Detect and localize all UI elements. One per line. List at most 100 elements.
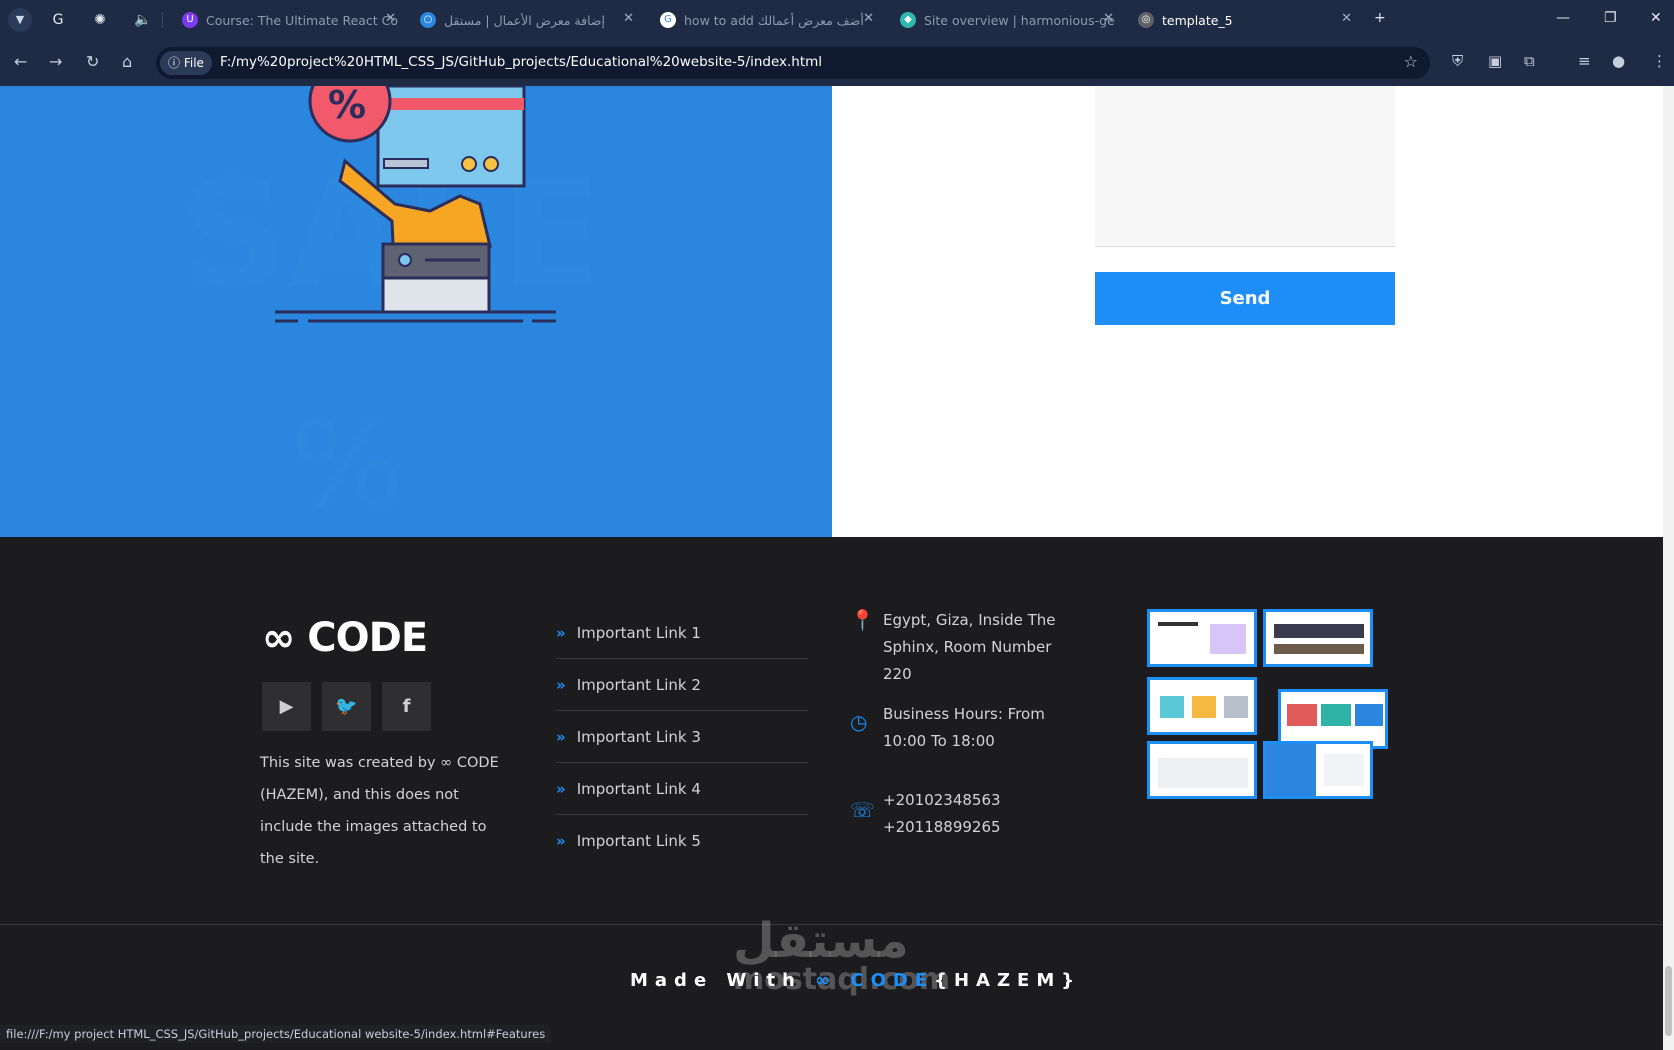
about-text: This site was created by ∞ CODE (HAZEM),… (260, 755, 499, 867)
svg-text:%: % (328, 86, 366, 127)
forward-icon[interactable]: → (49, 52, 62, 71)
url-text[interactable]: F:/my%20project%20HTML_CSS_JS/GitHub_pro… (220, 54, 822, 70)
page-viewport: SALE % % Send ∞ CODE ▶ 🐦 f This site was… (0, 86, 1663, 1050)
toolbar: ← → ↻ ⌂ ⓘ File F:/my%20project%20HTML_CS… (0, 40, 1674, 86)
tab-separator (162, 12, 163, 28)
back-icon[interactable]: ← (14, 52, 27, 71)
location-pin-icon: 📍 (850, 608, 875, 632)
gallery-thumbnail[interactable] (1147, 741, 1257, 799)
home-icon[interactable]: ⌂ (122, 52, 132, 71)
tab-title: Course: The Ultimate React Co (206, 12, 399, 28)
logo-text: CODE (307, 615, 428, 661)
hero-illustration-panel: SALE % % (0, 86, 832, 537)
facebook-icon: f (402, 696, 411, 717)
site-info-chip[interactable]: ⓘ File (160, 51, 212, 75)
tab-mostaql[interactable]: ○ إضافة معرض الأعمال | مستقل ✕ (420, 6, 638, 34)
b-extension-icon[interactable]: ▣ (1488, 52, 1502, 70)
pinned-tab-google[interactable]: G (47, 9, 69, 31)
close-window-icon[interactable]: ✕ (1650, 10, 1662, 26)
close-tab-icon[interactable]: ✕ (385, 11, 396, 26)
new-tab-button[interactable]: + (1374, 10, 1386, 26)
phone-number[interactable]: +20118899265 (883, 814, 1080, 841)
double-chevron-icon: » (556, 779, 566, 798)
phone-icon: ☏ (850, 798, 876, 822)
important-links: » Important Link 1 » Important Link 2 » Imp… (556, 607, 808, 866)
link-label: Important Link 5 (576, 831, 701, 850)
tab-strip: ▼ G ✺ 🔈 U Course: The Ultimate React Co … (0, 0, 1674, 40)
footer: ∞ CODE ▶ 🐦 f This site was created by ∞ … (0, 537, 1663, 1050)
tab-template-5[interactable]: ◎ template_5 ✕ (1138, 6, 1356, 34)
scheme-label: File (183, 56, 204, 70)
footer-link[interactable]: » Important Link 2 (556, 659, 808, 711)
profile-avatar-icon[interactable]: ● (1612, 52, 1625, 70)
gallery-thumbnail[interactable] (1263, 609, 1373, 667)
footer-logo[interactable]: ∞ CODE (262, 615, 428, 661)
tab-title: template_5 (1162, 12, 1233, 28)
chatgpt-icon: ✺ (94, 12, 106, 28)
pinned-tab-chatgpt[interactable]: ✺ (89, 9, 111, 31)
footer-link[interactable]: » Important Link 3 (556, 711, 808, 763)
page-scrollbar[interactable] (1663, 86, 1674, 1050)
contact-address: 📍 Egypt, Giza, Inside The Sphinx, Room N… (850, 607, 1080, 688)
close-tab-icon[interactable]: ✕ (863, 11, 874, 26)
send-button[interactable]: Send (1095, 272, 1395, 325)
scrollbar-thumb[interactable] (1665, 966, 1672, 1036)
gallery-thumbnail[interactable] (1263, 741, 1373, 799)
contact-phones: ☏ +20102348563 +20118899265 (850, 787, 1080, 841)
link-label: Important Link 2 (576, 675, 701, 694)
infinity-icon: ∞ (262, 615, 295, 661)
speaker-icon: 🔈 (134, 12, 152, 28)
twitter-icon: 🐦 (335, 696, 358, 717)
address-bar[interactable]: ⓘ File F:/my%20project%20HTML_CSS_JS/Git… (156, 47, 1430, 79)
reload-icon[interactable]: ↻ (86, 52, 99, 71)
close-tab-icon[interactable]: ✕ (1341, 11, 1352, 26)
twitter-button[interactable]: 🐦 (322, 682, 371, 731)
link-label: Important Link 1 (576, 623, 701, 642)
status-bubble: file:///F:/my project HTML_CSS_JS/GitHub… (0, 1025, 552, 1043)
shield-extension-icon[interactable]: ⛨ (1452, 52, 1463, 70)
footer-link[interactable]: » Important Link 1 (556, 607, 808, 659)
globe-icon: ◎ (1138, 12, 1154, 28)
menu-kebab-icon[interactable]: ⋮ (1652, 52, 1667, 70)
plus-icon: + (1374, 10, 1386, 26)
tab-title: Site overview | harmonious-ge (924, 12, 1115, 28)
made-brand: ∞ CODE (815, 970, 935, 991)
watermark-arabic: مستقل (733, 913, 909, 969)
double-chevron-icon: » (556, 623, 566, 642)
gallery-thumbnail[interactable] (1147, 677, 1257, 735)
tab-search-button[interactable]: ▼ (8, 8, 32, 32)
facebook-button[interactable]: f (382, 682, 431, 731)
minimize-icon[interactable]: — (1556, 10, 1570, 26)
footer-link[interactable]: » Important Link 5 (556, 815, 808, 866)
gallery-thumbnail[interactable] (1278, 689, 1388, 749)
hours-text: Business Hours: From 10:00 To 18:00 (883, 705, 1045, 750)
course-favicon-icon: U (182, 12, 198, 28)
youtube-button[interactable]: ▶ (262, 682, 311, 731)
youtube-icon: ▶ (279, 696, 294, 717)
made-suffix: {HAZEM} (934, 970, 1082, 991)
clock-icon: ◷ (850, 710, 868, 734)
gallery-thumbnail[interactable] (1147, 609, 1257, 667)
tab-google-search[interactable]: G how to add أضف معرض أعمالك ✕ (660, 6, 878, 34)
address-text: Egypt, Giza, Inside The Sphinx, Room Num… (883, 611, 1056, 683)
close-tab-icon[interactable]: ✕ (623, 11, 634, 26)
tab-title: إضافة معرض الأعمال | مستقل (444, 12, 605, 28)
message-textarea[interactable] (1095, 86, 1395, 247)
bookmark-star-icon[interactable]: ☆ (1404, 52, 1418, 71)
restore-icon[interactable]: ❐ (1604, 10, 1617, 26)
netlify-favicon-icon: ◆ (900, 12, 916, 28)
tab-react-course[interactable]: U Course: The Ultimate React Co ✕ (182, 6, 400, 34)
phone-number[interactable]: +20102348563 (883, 787, 1080, 814)
tab-title: how to add أضف معرض أعمالك (684, 12, 864, 28)
close-tab-icon[interactable]: ✕ (1103, 11, 1114, 26)
svg-text:%: % (290, 396, 404, 535)
made-prefix: Made With (630, 970, 802, 991)
link-label: Important Link 4 (576, 779, 701, 798)
media-queue-icon[interactable]: ≡ (1578, 52, 1591, 70)
extensions-puzzle-icon[interactable]: ⧉ (1524, 52, 1535, 70)
tab-netlify[interactable]: ◆ Site overview | harmonious-ge ✕ (900, 6, 1118, 34)
google-favicon-icon: G (660, 12, 676, 28)
pinned-tab-audio[interactable]: 🔈 (132, 9, 154, 31)
footer-link[interactable]: » Important Link 4 (556, 763, 808, 815)
payment-illustration: SALE % % (180, 86, 602, 535)
